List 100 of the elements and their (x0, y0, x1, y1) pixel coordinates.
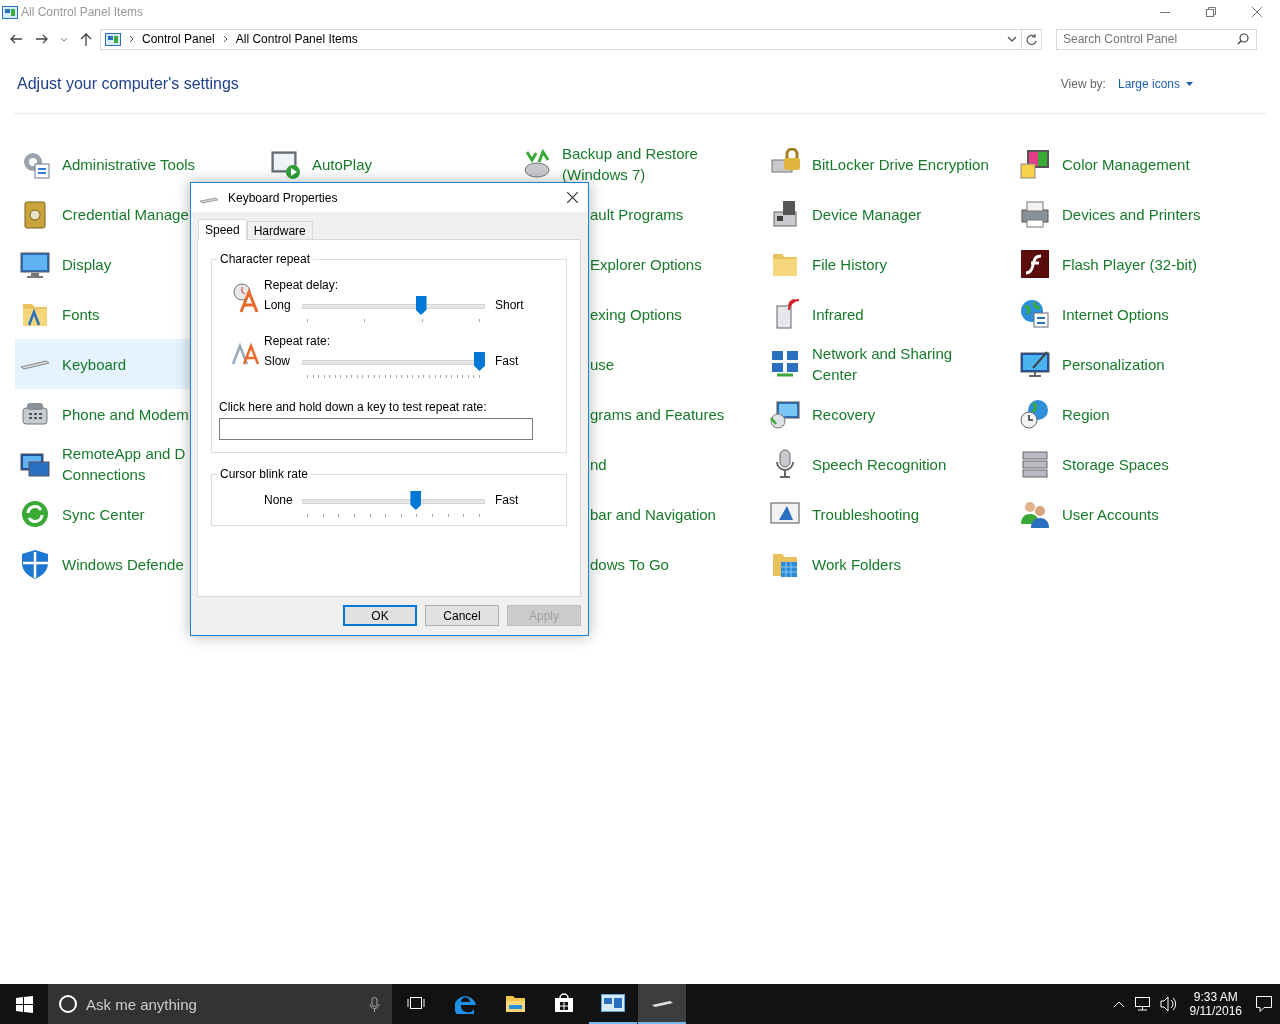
speaker-icon[interactable] (1159, 996, 1176, 1012)
view-by-label: View by: (1060, 76, 1106, 91)
applet-link[interactable]: dows To Go (590, 539, 673, 589)
task-view-icon (407, 995, 425, 1011)
applet-link[interactable]: Speech Recognition (765, 439, 951, 489)
network-icon[interactable] (1134, 997, 1150, 1011)
dialog-title: Keyboard Properties (228, 190, 338, 205)
test-input-field[interactable] (219, 418, 533, 440)
forward-icon[interactable] (35, 33, 48, 45)
breadcrumb[interactable]: All Control Panel Items (235, 32, 358, 46)
shield-icon (19, 548, 51, 580)
applet-link[interactable]: Fonts (15, 289, 104, 339)
applet-link[interactable]: Network and Sharing Center (765, 339, 957, 389)
control-panel-icon (2, 5, 18, 19)
view-by-dropdown[interactable]: Large icons (1117, 76, 1193, 91)
slider-max-label: Short (494, 298, 525, 312)
applet-link[interactable]: BitLocker Drive Encryption (765, 139, 993, 189)
applet-link[interactable]: Storage Spaces (1015, 439, 1173, 489)
applet-link[interactable]: AutoPlay (265, 139, 377, 189)
applet-link[interactable]: User Accounts (1015, 489, 1163, 539)
breadcrumb[interactable]: Control Panel (142, 32, 215, 46)
group-title: Cursor blink rate (219, 467, 310, 481)
applet-link[interactable]: Device Manager (765, 189, 926, 239)
globe-icon (1019, 298, 1051, 330)
control-panel-icon (601, 994, 625, 1012)
applet-link[interactable]: Troubleshooting (765, 489, 923, 539)
up-icon[interactable] (80, 32, 92, 46)
applet-link[interactable]: Devices and Printers (1015, 189, 1205, 239)
clock-date: 9/11/2016 (1189, 1004, 1242, 1018)
applet-link[interactable]: Flash Player (32-bit) (1015, 239, 1202, 289)
group-title: Character repeat (219, 252, 312, 266)
tab[interactable]: Hardware (246, 221, 313, 239)
tab[interactable]: Speed (198, 219, 247, 240)
applet-link[interactable]: Windows Defende (15, 539, 188, 589)
applet-link[interactable]: File History (765, 239, 891, 289)
field-label: Click here and hold down a key to test repeat rate: (219, 400, 488, 414)
chevron-up-icon[interactable] (1112, 1000, 1125, 1008)
slider-min-label: Long (264, 298, 292, 312)
applet-link[interactable]: Phone and Modem (15, 389, 193, 439)
back-icon[interactable] (10, 33, 23, 45)
clock-time: 9:33 AM (1193, 990, 1238, 1004)
dialog-button[interactable]: OK (343, 605, 417, 626)
applet-link[interactable]: Recovery (765, 389, 880, 439)
window-title: All Control Panel Items (21, 5, 144, 19)
printer-icon (1019, 198, 1051, 230)
close-icon[interactable] (567, 192, 578, 203)
flash-icon (1019, 248, 1051, 280)
applet-link[interactable]: Backup and Restore (Windows 7) (515, 139, 702, 189)
chevron-right-icon (222, 35, 228, 43)
refresh-icon (1026, 33, 1037, 45)
applet-link[interactable]: nd (590, 439, 611, 489)
applet-link[interactable]: Credential Manage (15, 189, 193, 239)
applet-link[interactable]: Sync Center (15, 489, 149, 539)
control-panel-icon (105, 32, 121, 46)
search-box[interactable]: Ask me anything (48, 984, 392, 1024)
search-placeholder: Ask me anything (86, 995, 197, 1013)
applet-link[interactable]: ault Programs (590, 189, 688, 239)
slider-min-label: None (264, 493, 294, 507)
applet-link[interactable]: Color Management (1015, 139, 1194, 189)
chevron-down-icon[interactable] (1007, 36, 1017, 42)
folder-icon (504, 993, 526, 1013)
slider-label: Repeat delay: (264, 278, 340, 294)
windows-icon (15, 995, 33, 1013)
applet-link[interactable]: Infrared (765, 289, 868, 339)
applet-link[interactable]: bar and Navigation (590, 489, 720, 539)
chevron-right-icon (129, 35, 134, 43)
applet-link[interactable]: exing Options (590, 289, 686, 339)
refresh-button[interactable] (1022, 28, 1042, 50)
slider-thumb[interactable] (415, 296, 427, 315)
applet-link[interactable]: Administrative Tools (15, 139, 200, 189)
applet-link[interactable]: Work Folders (765, 539, 905, 589)
slider-label: Repeat rate: (264, 334, 332, 350)
network-icon (769, 348, 801, 380)
dialog-button[interactable]: Cancel (425, 605, 499, 626)
applet-link[interactable]: grams and Features (590, 389, 729, 439)
applet-link[interactable]: use (590, 339, 619, 389)
notification-icon[interactable] (1256, 996, 1272, 1012)
disk-stack-icon (1019, 448, 1051, 480)
address-bar[interactable]: Control Panel All Control Panel Items (100, 28, 1022, 50)
restore-icon[interactable] (1206, 7, 1216, 17)
caret-icon (1186, 81, 1193, 86)
applet-link[interactable]: Internet Options (1015, 289, 1173, 339)
page-heading: Adjust your computer's settings (17, 74, 239, 93)
applet-link[interactable]: Display (15, 239, 116, 289)
shopping-bag-icon (554, 993, 574, 1013)
globe-icon (1019, 398, 1051, 430)
applet-link[interactable]: Explorer Options (590, 239, 706, 289)
sync-icon (19, 498, 51, 530)
microphone-icon (369, 996, 380, 1012)
keyboard-icon (20, 358, 50, 370)
clock[interactable]: 9:33 AM 9/11/2016 (1189, 990, 1242, 1018)
chevron-down-icon[interactable] (60, 36, 68, 42)
search-icon (1237, 33, 1249, 45)
search-field[interactable]: Search Control Panel (1056, 28, 1257, 50)
applet-link[interactable]: RemoteApp and D Connections (15, 439, 190, 489)
circle-icon (58, 994, 78, 1014)
applet-link[interactable]: Region (1015, 389, 1114, 439)
slider-thumb[interactable] (410, 491, 422, 510)
applet-link[interactable]: Personalization (1015, 339, 1169, 389)
slider-thumb[interactable] (474, 352, 485, 371)
